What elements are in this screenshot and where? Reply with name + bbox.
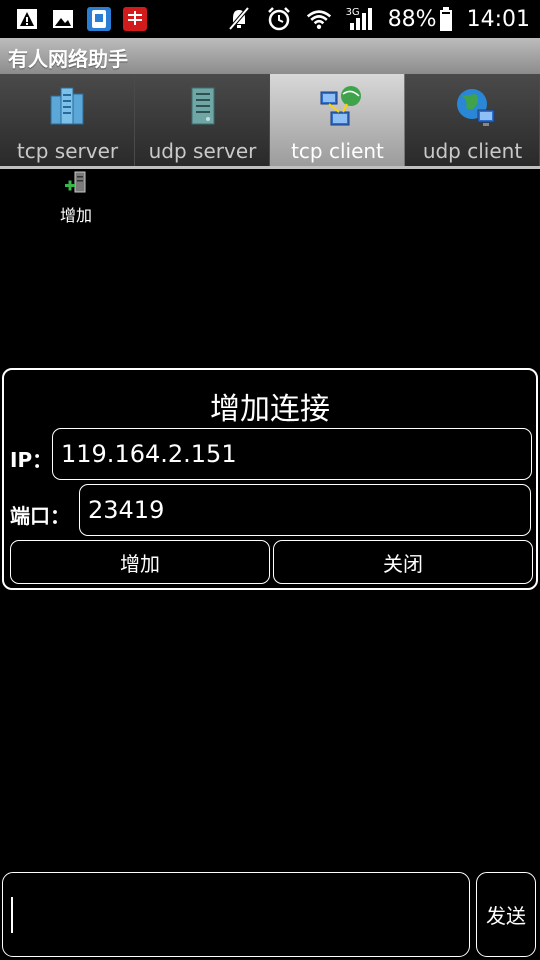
tab-udp-server[interactable]: udp server bbox=[135, 74, 270, 166]
close-button[interactable]: 关闭 bbox=[273, 540, 533, 584]
port-input[interactable]: 23419 bbox=[79, 484, 531, 536]
battery-level: 88% bbox=[387, 6, 437, 32]
add-label: 增加 bbox=[59, 206, 92, 225]
ip-input[interactable]: 119.164.2.151 bbox=[52, 428, 532, 480]
add-server-icon bbox=[63, 170, 89, 196]
message-input[interactable] bbox=[2, 872, 470, 957]
port-value: 23419 bbox=[88, 496, 165, 524]
ip-value: 119.164.2.151 bbox=[61, 440, 237, 468]
wifi-icon bbox=[306, 6, 332, 32]
dialog-title: 增加连接 bbox=[210, 392, 330, 427]
tab-underline bbox=[0, 166, 540, 169]
tab-label: udp client bbox=[422, 139, 523, 163]
ip-label: IP： bbox=[10, 448, 53, 472]
globe-client-icon bbox=[452, 84, 495, 128]
tab-tcp-server[interactable]: tcp server bbox=[0, 74, 135, 166]
text-cursor bbox=[11, 897, 13, 933]
add-button[interactable]: 增加 bbox=[10, 540, 270, 584]
app-title-bar: 有人网络助手 bbox=[0, 38, 540, 74]
tab-bar: tcp server udp server tcp client udp cli… bbox=[0, 74, 540, 166]
network-type: 3G bbox=[345, 6, 360, 18]
add-connection-dialog: 增加连接 IP： 119.164.2.151 端口： 23419 增加 关闭 bbox=[2, 368, 538, 590]
battery-icon bbox=[439, 6, 453, 32]
clock: 14:01 bbox=[466, 6, 530, 32]
gallery-icon bbox=[50, 6, 76, 32]
tab-label: tcp server bbox=[16, 139, 119, 163]
alarm-icon bbox=[266, 6, 292, 32]
add-connection-button[interactable]: 增加 bbox=[52, 170, 100, 225]
tab-udp-client[interactable]: udp client bbox=[405, 74, 540, 166]
app-title: 有人网络助手 bbox=[8, 47, 128, 71]
send-button[interactable]: 发送 bbox=[476, 872, 536, 957]
app-store-icon bbox=[86, 6, 112, 32]
warning-icon bbox=[14, 6, 40, 32]
server-rack-icon bbox=[182, 84, 224, 128]
mute-icon bbox=[226, 6, 252, 32]
status-bar: 3G 88% 14:01 bbox=[0, 0, 540, 38]
server-icon bbox=[47, 84, 89, 128]
tab-label: udp server bbox=[148, 139, 257, 163]
tab-label: tcp client bbox=[291, 139, 384, 163]
port-label: 端口： bbox=[10, 504, 70, 528]
network-client-icon bbox=[317, 84, 361, 128]
app-badge-icon bbox=[122, 6, 148, 32]
tab-tcp-client[interactable]: tcp client bbox=[270, 74, 405, 166]
